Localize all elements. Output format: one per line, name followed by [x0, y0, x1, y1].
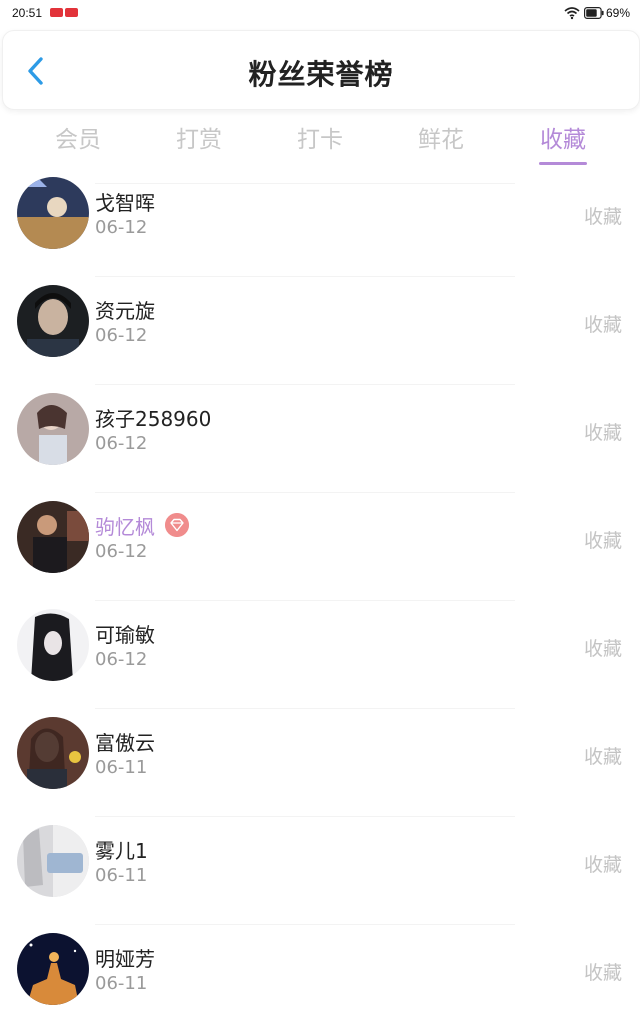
date-label: 06-12: [95, 217, 148, 238]
user-name: 可瑜敏: [95, 623, 155, 647]
top-app-bar: 粉丝荣誉榜: [2, 30, 640, 110]
avatar: [17, 501, 89, 573]
list-item[interactable]: 驹忆枫 06-12 收藏: [0, 484, 640, 592]
tab-checkin[interactable]: 打卡: [260, 120, 380, 154]
battery-percent: 69%: [606, 6, 631, 20]
notification-badge-icon: [50, 8, 63, 17]
user-name: 资元旋: [95, 299, 155, 323]
list-item[interactable]: 资元旋 06-12 收藏: [0, 268, 640, 376]
list-item[interactable]: 雾儿1 06-11 收藏: [0, 808, 640, 916]
avatar: [17, 609, 89, 681]
avatar: [17, 933, 89, 1005]
user-name: 孩子258960: [95, 407, 212, 431]
notification-badge-icon: [65, 8, 78, 17]
list-item[interactable]: 孩子258960 06-12 收藏: [0, 376, 640, 484]
date-label: 06-11: [95, 973, 148, 994]
avatar: [17, 393, 89, 465]
user-name: 富傲云: [95, 731, 155, 755]
user-name: 戈智晖: [95, 191, 155, 215]
tab-favorites[interactable]: 收藏: [503, 120, 623, 154]
avatar: [17, 717, 89, 789]
favorite-label[interactable]: 收藏: [584, 418, 622, 445]
date-label: 06-12: [95, 433, 148, 454]
date-label: 06-11: [95, 757, 148, 778]
avatar: [17, 177, 89, 249]
tab-tips[interactable]: 打赏: [139, 120, 259, 154]
wifi-icon: [564, 7, 580, 20]
favorite-label[interactable]: 收藏: [584, 202, 622, 229]
list-item[interactable]: 明娅芳 06-11 收藏: [0, 916, 640, 1024]
tab-flowers[interactable]: 鲜花: [381, 120, 501, 154]
favorite-label[interactable]: 收藏: [584, 526, 622, 553]
date-label: 06-12: [95, 649, 148, 670]
list-item[interactable]: 戈智晖 06-12 收藏: [0, 160, 640, 268]
user-name: 驹忆枫: [95, 515, 155, 539]
diamond-icon: [165, 513, 189, 537]
favorite-label[interactable]: 收藏: [584, 742, 622, 769]
user-name: 雾儿1: [95, 839, 148, 863]
list-item[interactable]: 可瑜敏 06-12 收藏: [0, 592, 640, 700]
status-bar: 20:51 69%: [0, 0, 640, 28]
favorite-label[interactable]: 收藏: [584, 958, 622, 985]
date-label: 06-12: [95, 325, 148, 346]
favorite-label[interactable]: 收藏: [584, 310, 622, 337]
app-screen: 20:51 69% 粉丝荣誉榜 会员 打赏 打卡 鲜花 收藏 戈智晖 06-12…: [0, 0, 640, 1024]
date-label: 06-12: [95, 541, 148, 562]
avatar: [17, 285, 89, 357]
avatar: [17, 825, 89, 897]
status-time: 20:51: [12, 6, 43, 20]
divider: [95, 183, 515, 184]
page-title: 粉丝荣誉榜: [248, 58, 394, 91]
date-label: 06-11: [95, 865, 148, 886]
battery-icon: [584, 7, 604, 19]
tab-members[interactable]: 会员: [18, 120, 138, 154]
fan-list: 戈智晖 06-12 收藏 资元旋 06-12 收藏 孩子258960 06-12…: [0, 160, 640, 1024]
favorite-label[interactable]: 收藏: [584, 634, 622, 661]
list-item[interactable]: 富傲云 06-11 收藏: [0, 700, 640, 808]
user-name: 明娅芳: [95, 947, 155, 971]
favorite-label[interactable]: 收藏: [584, 850, 622, 877]
